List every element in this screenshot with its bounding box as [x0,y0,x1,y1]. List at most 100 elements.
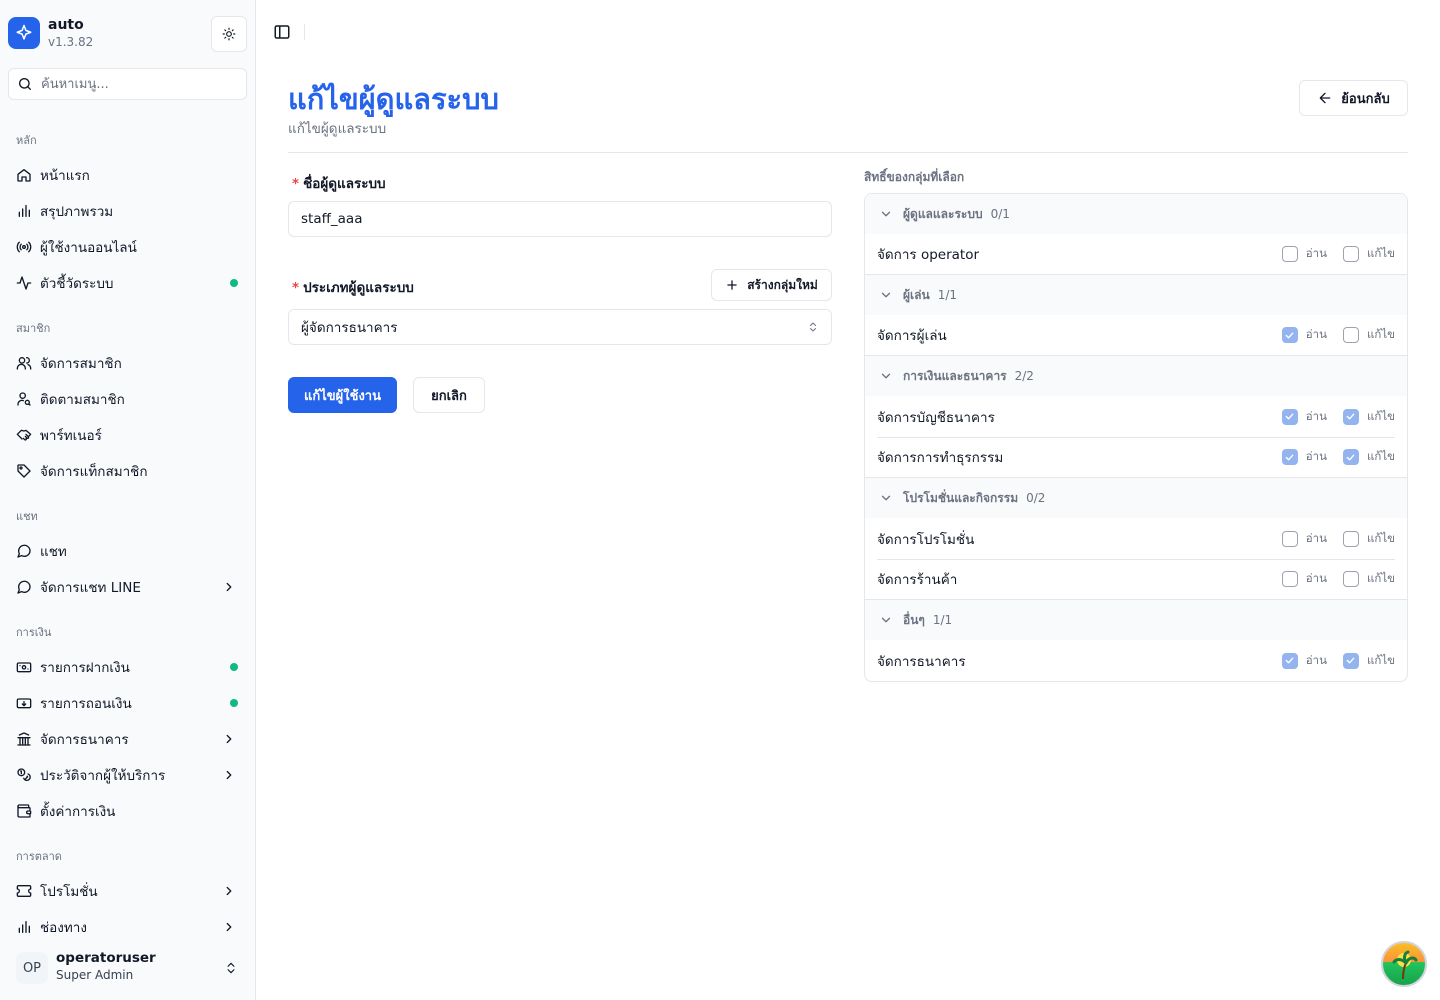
edit-checkbox[interactable] [1342,246,1359,262]
sidebar-item-5[interactable]: ติดตามสมาชิก [8,383,248,415]
create-group-button[interactable]: สร้างกลุ่มใหม่ [711,269,832,301]
wallet-icon [16,803,32,819]
edit-permission-toggle[interactable]: แก้ไข [1342,408,1395,426]
edit-permission-toggle[interactable]: แก้ไข [1342,326,1395,344]
permission-group-header[interactable]: ผู้เล่น 1/1 [865,275,1407,315]
permission-group-count: 1/1 [937,288,958,302]
required-mark: * [292,176,300,192]
sidebar-item-label: ผู้ใช้งานออนไลน์ [40,240,137,256]
edit-permission-toggle[interactable]: แก้ไข [1342,530,1395,548]
read-checkbox[interactable] [1281,449,1298,465]
sidebar-item-label: ช่องทาง [40,920,87,936]
read-checkbox[interactable] [1281,327,1298,343]
permission-group-header[interactable]: โปรโมชั่นและกิจกรรม 0/2 [865,478,1407,518]
create-group-label: สร้างกลุ่มใหม่ [747,277,818,292]
sidebar-item-label: จัดการแท็กสมาชิก [40,464,148,480]
sidebar-item-2[interactable]: ผู้ใช้งานออนไลน์ [8,231,248,263]
admin-name-field[interactable]: staff_aaa [288,201,832,237]
chevron-down-icon [879,288,893,302]
permission-row: จัดการร้านค้า อ่าน แก้ไข [865,559,1407,600]
read-checkbox[interactable] [1281,652,1298,669]
chevrons-up-down-icon [810,322,816,332]
message-circle-icon [16,579,32,595]
sidebar-item-10[interactable]: รายการฝากเงิน [8,651,248,683]
sidebar-item-16[interactable]: ช่องทาง [8,911,248,943]
read-permission-toggle[interactable]: อ่าน [1281,326,1327,344]
deposit-icon [16,659,32,675]
cancel-button[interactable]: ยกเลิก [413,377,485,413]
sidebar-item-13[interactable]: ประวัติจากผู้ให้บริการ [8,759,248,791]
edit-checkbox[interactable] [1342,327,1359,343]
edit-checkbox[interactable] [1342,449,1359,465]
read-label: อ่าน [1305,652,1327,667]
arrow-left-icon [1319,92,1331,104]
palm-tree-icon [1392,950,1418,980]
edit-permission-toggle[interactable]: แก้ไข [1342,448,1395,466]
edit-permission-toggle[interactable]: แก้ไข [1342,245,1395,263]
sidebar-item-0[interactable]: หน้าแรก [8,159,248,191]
read-checkbox[interactable] [1281,571,1298,587]
edit-permission-toggle[interactable]: แก้ไข [1342,570,1395,588]
search-icon [17,76,33,96]
chevron-right-icon [222,884,236,898]
read-permission-toggle[interactable]: อ่าน [1281,530,1327,548]
sidebar-item-7[interactable]: จัดการแท็กสมาชิก [8,455,248,487]
chevron-right-icon [222,920,236,934]
back-button[interactable]: ย้อนกลับ [1299,80,1408,116]
sidebar-item-4[interactable]: จัดการสมาชิก [8,347,248,379]
read-checkbox[interactable] [1281,530,1298,547]
sidebar-item-6[interactable]: พาร์ทเนอร์ [8,419,248,451]
permission-group-name: อื่นๆ [903,612,925,627]
bar-chart-icon [16,203,32,219]
permission-name: จัดการธนาคาร [877,653,966,670]
sidebar-item-label: ตั้งค่าการเงิน [40,804,116,820]
edit-checkbox[interactable] [1342,571,1359,587]
edit-permission-toggle[interactable]: แก้ไข [1342,652,1395,670]
sidebar-item-9[interactable]: จัดการแชท LINE [8,571,248,603]
chevron-down-icon [879,613,893,627]
permission-group-header[interactable]: อื่นๆ 1/1 [865,600,1407,640]
permission-group-header[interactable]: ผู้ดูแลและระบบ 0/1 [865,194,1407,234]
brand-logo-icon [8,17,40,49]
read-label: อ่าน [1305,449,1327,463]
edit-checkbox[interactable] [1342,652,1359,669]
sidebar-item-11[interactable]: รายการถอนเงิน [8,687,248,719]
read-permission-toggle[interactable]: อ่าน [1281,652,1327,670]
sidebar-toggle-button[interactable] [272,22,292,42]
floating-avatar-button[interactable] [1381,941,1427,987]
permission-group-count: 0/2 [1026,491,1046,505]
sidebar-item-8[interactable]: แชท [8,535,248,567]
permission-name: จัดการ operator [877,247,980,263]
permission-group-header[interactable]: การเงินและธนาคาร 2/2 [865,356,1407,396]
permission-row: จัดการโปรโมชั่น อ่าน แก้ไข [865,518,1407,559]
sidebar-item-12[interactable]: จัดการธนาคาร [8,723,248,755]
sidebar-item-1[interactable]: สรุปภาพรวม [8,195,248,227]
search-input[interactable] [41,69,241,99]
read-permission-toggle[interactable]: อ่าน [1281,408,1327,426]
read-label: อ่าน [1305,246,1327,260]
page-subtitle: แก้ไขผู้ดูแลระบบ [288,121,387,137]
user-search-icon [16,391,32,407]
read-permission-toggle[interactable]: อ่าน [1281,448,1327,466]
bank-icon [16,731,32,747]
sidebar-item-14[interactable]: ตั้งค่าการเงิน [8,795,248,827]
read-checkbox[interactable] [1281,408,1298,425]
submit-edit-user-button[interactable]: แก้ไขผู้ใช้งาน [288,377,397,413]
read-checkbox[interactable] [1281,246,1298,262]
edit-checkbox[interactable] [1342,408,1359,425]
permission-name: จัดการการทำธุรกรรม [877,450,1004,466]
edit-label: แก้ไข [1366,530,1395,545]
sidebar-item-label: ติดตามสมาชิก [40,392,125,408]
sidebar-item-15[interactable]: โปรโมชั่น [8,875,248,907]
read-permission-toggle[interactable]: อ่าน [1281,245,1327,263]
radio-icon [16,239,32,255]
read-label: อ่าน [1305,408,1327,423]
user-menu[interactable]: OP operatoruser Super Admin [8,946,248,990]
theme-toggle-button[interactable] [211,16,247,52]
edit-checkbox[interactable] [1342,530,1359,547]
read-permission-toggle[interactable]: อ่าน [1281,570,1327,588]
admin-type-select[interactable]: ผู้จัดการธนาคาร [288,309,832,345]
sidebar-item-3[interactable]: ตัวชี้วัดระบบ [8,267,248,299]
sidebar-item-label: รายการฝากเงิน [40,660,130,676]
sun-icon [222,27,236,41]
